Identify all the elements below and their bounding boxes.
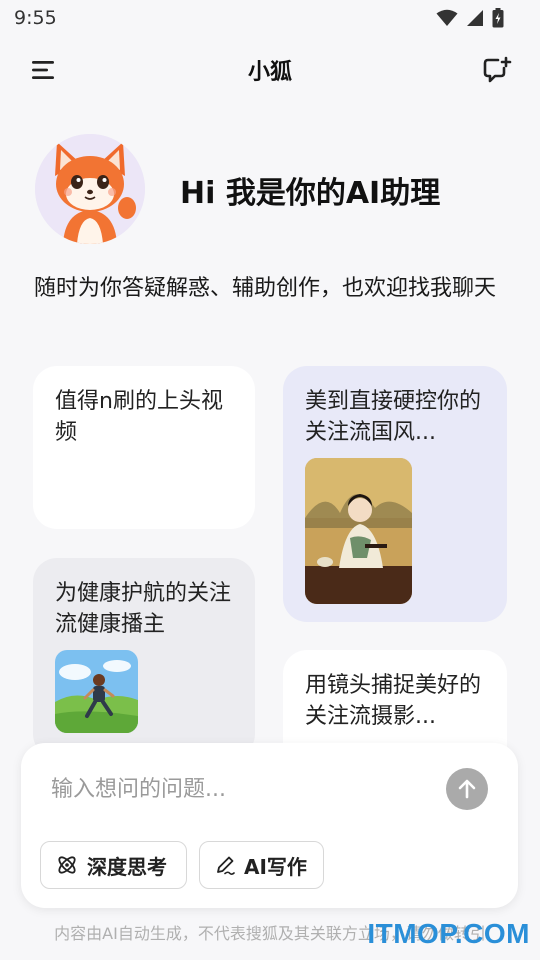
suggestion-card-text: 美到直接硬控你的关注流国风... — [305, 389, 482, 445]
suggestion-card-text: 用镜头捕捉美好的关注流摄影... — [305, 673, 482, 729]
atom-icon — [58, 856, 76, 874]
new-chat-icon — [483, 56, 512, 83]
deep-think-label: 深度思考 — [87, 854, 167, 879]
chat-composer: 深度思考 AI写作 — [21, 743, 518, 908]
suggestion-card[interactable]: 值得n刷的上头视频 — [33, 366, 255, 529]
fox-mascot-image — [35, 134, 145, 244]
top-bar: 小狐 — [0, 48, 540, 92]
ai-writing-button[interactable]: AI写作 — [199, 841, 324, 889]
arrow-up-icon — [458, 779, 476, 799]
suggestion-card-text: 为健康护航的关注流健康播主 — [55, 581, 232, 637]
page-title: 小狐 — [247, 60, 292, 85]
watermark-logo: ITMOP.COM — [367, 918, 530, 949]
ai-writing-label: AI写作 — [244, 854, 307, 879]
menu-button[interactable] — [30, 58, 58, 82]
deep-think-button[interactable]: 深度思考 — [40, 841, 187, 889]
fox-avatar — [35, 134, 145, 244]
suggestion-card[interactable]: 美到直接硬控你的关注流国风... — [283, 366, 507, 622]
question-input[interactable] — [51, 769, 421, 809]
intro-text: 随时为你答疑解惑、辅助创作，也欢迎找我聊天 — [34, 276, 497, 301]
status-bar: 9:55 — [0, 0, 540, 36]
signal-icon — [467, 10, 483, 26]
menu-icon — [32, 61, 54, 79]
greeting-heading: Hi 我是你的AI助理 — [180, 176, 441, 211]
send-button[interactable] — [446, 768, 488, 810]
wifi-icon — [436, 9, 458, 26]
pen-icon — [217, 856, 235, 875]
guofeng-thumbnail — [305, 458, 412, 604]
status-time: 9:55 — [14, 7, 57, 29]
suggestion-card[interactable]: 为健康护航的关注流健康播主 — [33, 558, 255, 758]
suggestion-card-text: 值得n刷的上头视频 — [55, 389, 223, 445]
battery-icon — [492, 8, 504, 28]
new-chat-button[interactable] — [482, 56, 512, 84]
status-icons — [436, 8, 504, 28]
runner-thumbnail — [55, 650, 138, 733]
